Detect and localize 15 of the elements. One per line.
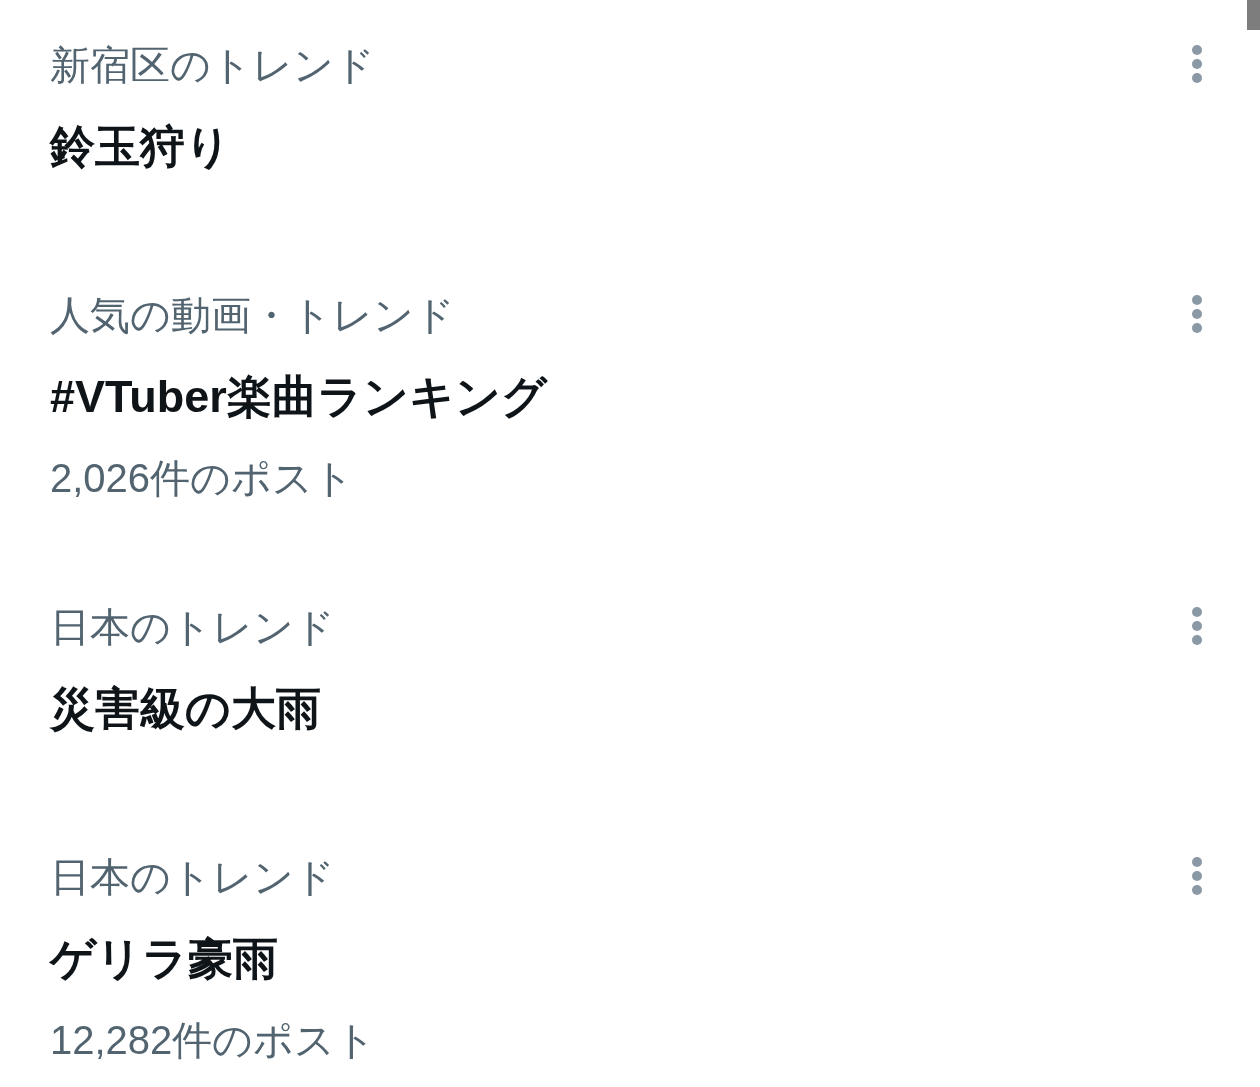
more-icon[interactable] bbox=[1192, 857, 1202, 895]
trend-context: 人気の動画・トレンド bbox=[50, 292, 455, 339]
scrollbar-thumb[interactable] bbox=[1247, 0, 1260, 30]
trend-title: ゲリラ豪雨 bbox=[50, 932, 278, 986]
more-icon[interactable] bbox=[1192, 295, 1202, 333]
trend-title: 災害級の大雨 bbox=[50, 682, 321, 736]
trend-context: 日本のトレンド bbox=[50, 604, 335, 651]
more-icon[interactable] bbox=[1192, 45, 1202, 83]
trend-context: 日本のトレンド bbox=[50, 854, 335, 901]
trend-title: 鈴玉狩り bbox=[50, 120, 231, 174]
post-count: 2,026件のポスト bbox=[50, 455, 355, 502]
trend-title: #VTuber楽曲ランキング bbox=[50, 370, 547, 424]
more-icon[interactable] bbox=[1192, 607, 1202, 645]
post-count: 12,282件のポスト bbox=[50, 1017, 377, 1064]
trend-context: 新宿区のトレンド bbox=[50, 42, 375, 89]
